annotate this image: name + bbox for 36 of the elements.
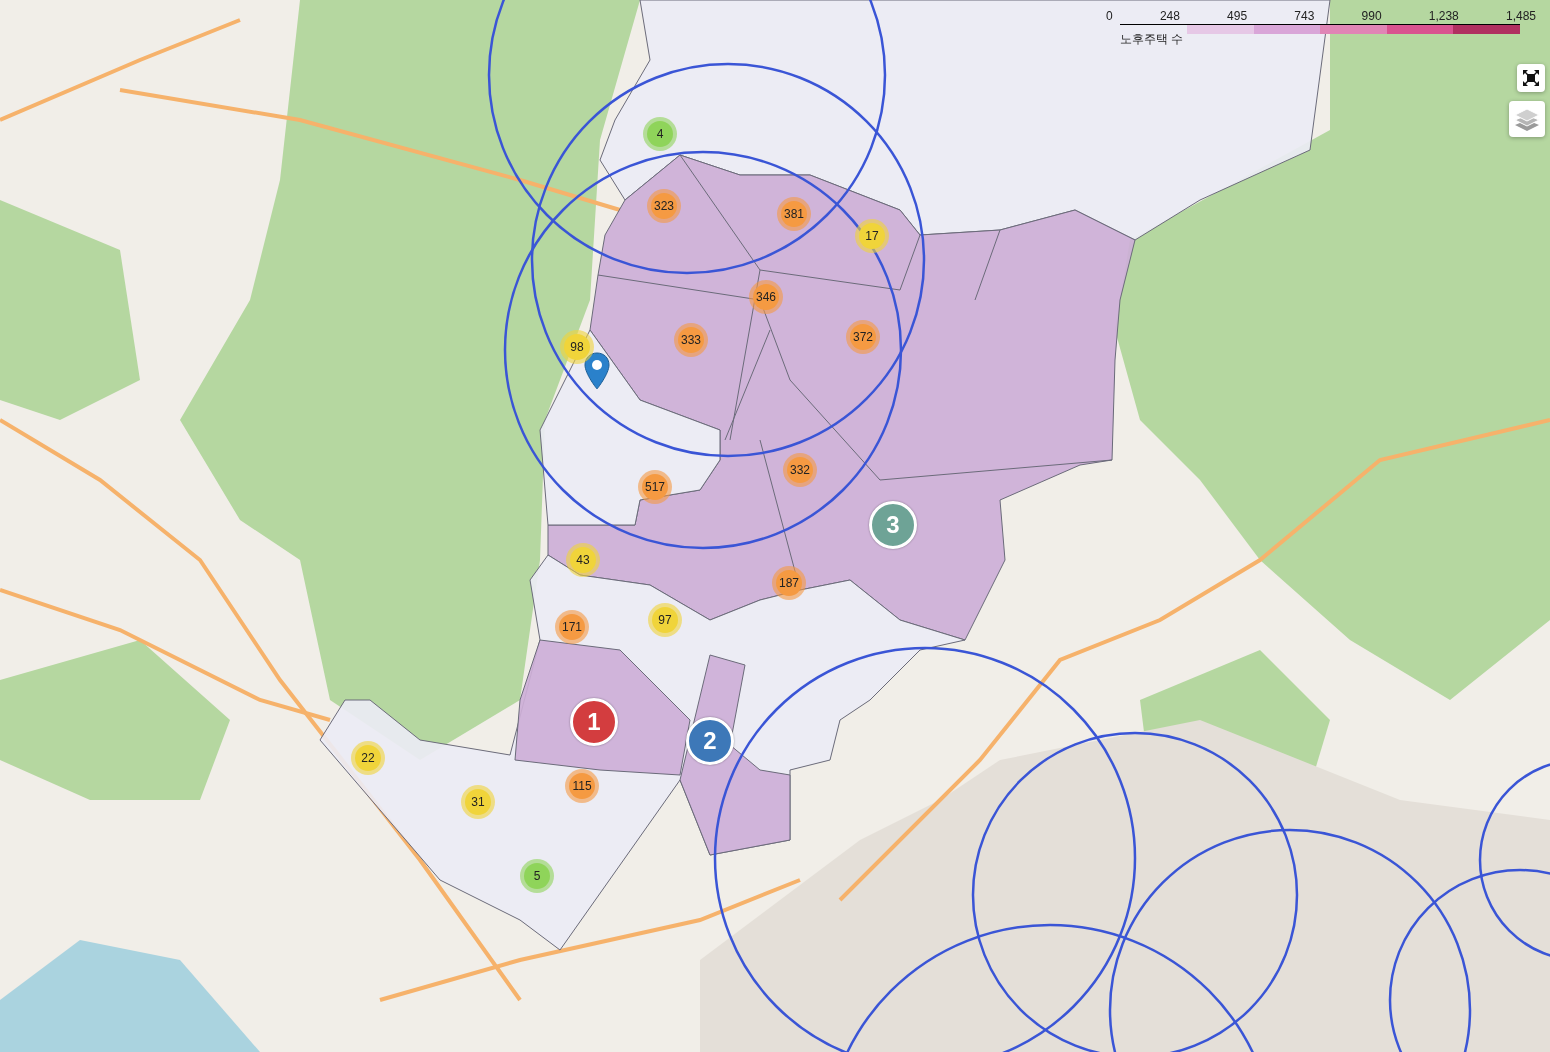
legend-tick-label: 0 xyxy=(1106,9,1113,23)
cluster-marker[interactable]: 346 xyxy=(749,280,783,314)
cluster-marker[interactable]: 43 xyxy=(566,543,600,577)
district-area[interactable] xyxy=(514,639,691,776)
legend-tick-label: 990 xyxy=(1361,9,1382,23)
cluster-marker[interactable]: 332 xyxy=(783,453,817,487)
legend-title: 노후주택 수 xyxy=(1120,31,1185,48)
cluster-marker[interactable]: 98 xyxy=(560,330,594,364)
cluster-marker[interactable]: 517 xyxy=(638,470,672,504)
cluster-marker[interactable]: 171 xyxy=(555,610,589,644)
cluster-marker[interactable]: 4 xyxy=(643,117,677,151)
fullscreen-button[interactable] xyxy=(1517,64,1545,92)
cluster-marker[interactable]: 187 xyxy=(772,566,806,600)
district-area[interactable] xyxy=(539,329,721,526)
cluster-marker[interactable]: 17 xyxy=(855,219,889,253)
district-border xyxy=(974,229,1001,301)
legend-tick-label: 1,485 xyxy=(1505,9,1536,23)
cluster-marker[interactable]: 115 xyxy=(565,769,599,803)
cluster-marker[interactable]: 381 xyxy=(777,197,811,231)
map-pin-icon[interactable] xyxy=(584,352,610,390)
layers-button[interactable] xyxy=(1509,101,1545,137)
legend-tick-label: 495 xyxy=(1227,9,1248,23)
cluster-marker[interactable]: 323 xyxy=(647,189,681,223)
cluster-marker[interactable]: 31 xyxy=(461,785,495,819)
district-area[interactable] xyxy=(547,154,1136,641)
cluster-marker[interactable]: 372 xyxy=(846,320,880,354)
cluster-marker[interactable]: 333 xyxy=(674,323,708,357)
cluster-marker[interactable]: 22 xyxy=(351,741,385,775)
legend-tick-label: 743 xyxy=(1294,9,1315,23)
layers-icon xyxy=(1513,106,1541,132)
legend-tick-label: 248 xyxy=(1159,9,1180,23)
district-area[interactable] xyxy=(599,0,1331,241)
cluster-marker[interactable]: 5 xyxy=(520,859,554,893)
expand-icon xyxy=(1522,69,1540,87)
cluster-marker[interactable]: 97 xyxy=(648,603,682,637)
legend-tick-label: 1,238 xyxy=(1428,9,1459,23)
